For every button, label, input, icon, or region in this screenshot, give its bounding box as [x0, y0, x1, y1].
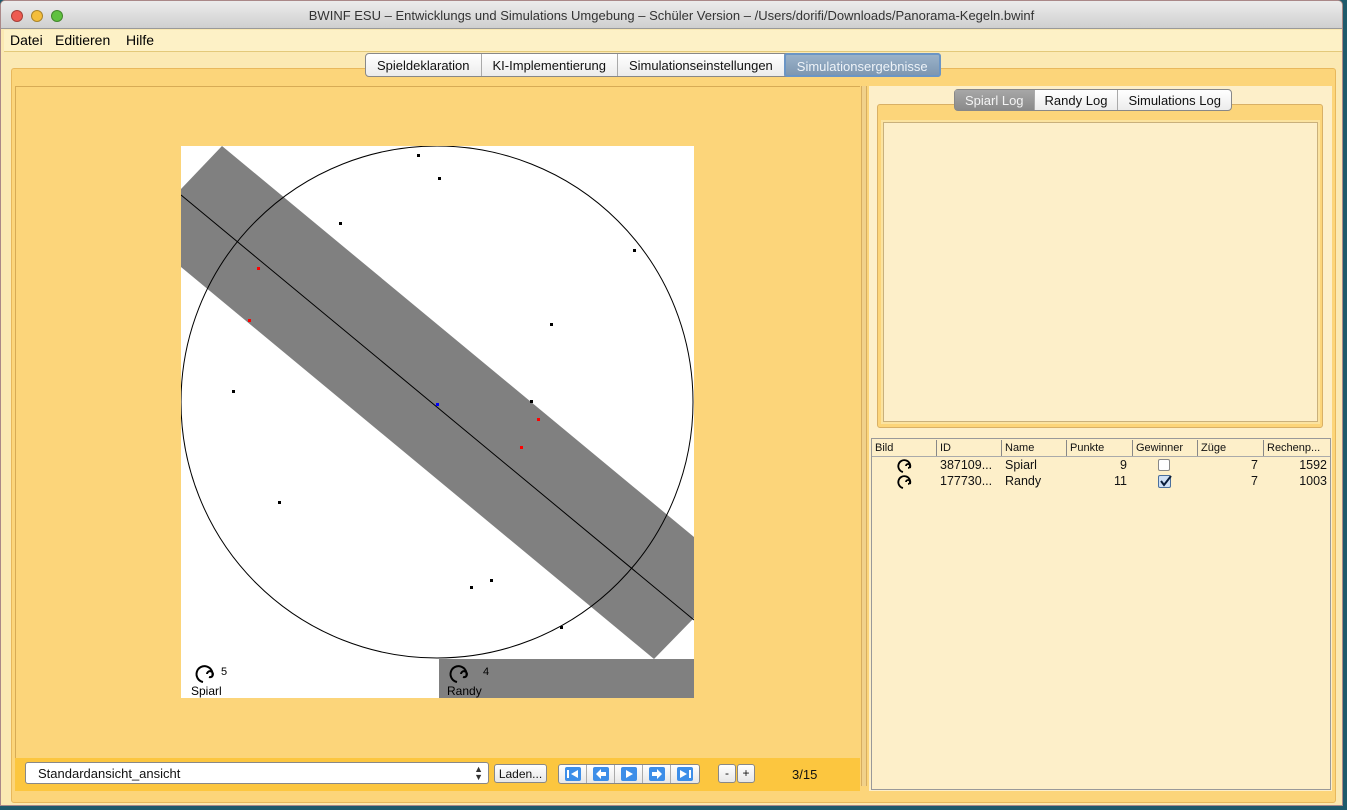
pin-hit — [257, 267, 260, 270]
menu-bar: Datei Editieren Hilfe — [4, 30, 1342, 52]
last-step-button[interactable] — [671, 765, 699, 783]
cell-zuege: 7 — [1251, 474, 1258, 488]
tab-simulationseinstellungen[interactable]: Simulationseinstellungen — [618, 54, 785, 76]
game-board: Spiarl 5 Randy 4 — [181, 146, 694, 698]
pin — [339, 222, 342, 225]
next-icon — [648, 767, 665, 781]
select-arrows-icon: ▲ ▼ — [474, 764, 483, 782]
player-icon — [872, 457, 937, 473]
column-header-id[interactable]: ID — [937, 440, 1002, 456]
split-pane-divider[interactable] — [861, 86, 867, 786]
pin — [530, 400, 533, 403]
cell-name: Randy — [1005, 474, 1042, 488]
pin — [490, 579, 493, 582]
log-tab-bar: Spiarl Log Randy Log Simulations Log — [954, 89, 1232, 111]
pin — [633, 249, 636, 252]
play-button[interactable] — [615, 765, 643, 783]
tab-randy-log[interactable]: Randy Log — [1035, 90, 1119, 110]
tab-simulations-log[interactable]: Simulations Log — [1118, 90, 1231, 110]
next-step-button[interactable] — [643, 765, 671, 783]
results-table: Bild ID Name Punkte Gewinner Züge Rechen… — [871, 438, 1331, 790]
tab-ki-implementierung[interactable]: KI-Implementierung — [482, 54, 618, 76]
load-button[interactable]: Laden... — [494, 764, 547, 783]
tab-spieldeklaration[interactable]: Spieldeklaration — [366, 54, 482, 76]
pin-hit — [537, 418, 540, 421]
winner-checkbox[interactable] — [1158, 475, 1172, 488]
menu-hilfe[interactable]: Hilfe — [126, 32, 154, 48]
window-title: BWINF ESU – Entwicklungs und Simulations… — [308, 8, 1035, 23]
player-badge-spiarl: Spiarl 5 — [191, 665, 227, 698]
center-pin — [436, 403, 439, 406]
player-name-spiarl: Spiarl — [191, 684, 222, 698]
zoom-out-button[interactable]: - — [718, 764, 736, 783]
winner-checkbox[interactable] — [1158, 459, 1170, 471]
column-header-zuege[interactable]: Züge — [1198, 440, 1264, 456]
playback-controls — [558, 764, 700, 784]
player-name-randy: Randy — [447, 684, 482, 698]
view-select-value: Standardansicht_ansicht — [38, 766, 181, 781]
tab-simulationsergebnisse[interactable]: Simulationsergebnisse — [783, 53, 941, 77]
play-icon — [620, 767, 637, 781]
pin — [232, 390, 235, 393]
tab-spiarl-log[interactable]: Spiarl Log — [955, 90, 1035, 110]
first-icon — [564, 767, 581, 781]
column-header-name[interactable]: Name — [1002, 440, 1067, 456]
cell-rechenp: 1003 — [1299, 474, 1327, 488]
column-header-bild[interactable]: Bild — [872, 440, 937, 456]
board-canvas: Spiarl 5 Randy 4 — [181, 146, 694, 698]
pin — [470, 586, 473, 589]
throw-line — [181, 194, 694, 621]
cell-punkte: 9 — [1120, 458, 1127, 472]
prev-icon — [592, 767, 609, 781]
pin — [550, 323, 553, 326]
column-header-gewinner[interactable]: Gewinner — [1133, 440, 1198, 456]
cell-rechenp: 1592 — [1299, 458, 1327, 472]
cell-gewinner — [1133, 473, 1198, 489]
pin — [438, 177, 441, 180]
zoom-in-button[interactable]: + — [737, 764, 755, 783]
log-text-area[interactable] — [881, 120, 1320, 424]
menu-editieren[interactable]: Editieren — [55, 32, 110, 48]
table-header: Bild ID Name Punkte Gewinner Züge Rechen… — [872, 440, 1330, 457]
pin — [278, 501, 281, 504]
cell-zuege: 7 — [1251, 458, 1258, 472]
player-score-randy: 4 — [483, 666, 489, 678]
cell-gewinner — [1133, 457, 1198, 473]
last-icon — [677, 767, 693, 781]
menu-datei[interactable]: Datei — [10, 32, 43, 48]
player-icon — [872, 473, 937, 489]
title-bar: BWINF ESU – Entwicklungs und Simulations… — [1, 1, 1342, 29]
pin-hit — [520, 446, 523, 449]
cell-name: Spiarl — [1005, 458, 1037, 472]
pin — [417, 154, 420, 157]
first-step-button[interactable] — [559, 765, 587, 783]
column-header-punkte[interactable]: Punkte — [1067, 440, 1133, 456]
player-icon — [195, 665, 214, 683]
pin-hit — [248, 319, 251, 322]
pin — [560, 626, 563, 629]
cell-punkte: 11 — [1114, 474, 1127, 488]
view-select[interactable]: Standardansicht_ansicht ▲ ▼ — [25, 762, 489, 784]
cell-id: 387109... — [940, 458, 993, 472]
main-tab-bar: Spieldeklaration KI-Implementierung Simu… — [365, 53, 941, 77]
player-score-spiarl: 5 — [221, 666, 227, 678]
checkmark-icon — [1160, 475, 1172, 487]
cell-id: 177730... — [940, 474, 993, 488]
table-row[interactable]: 387109... Spiarl 9 7 1592 — [872, 457, 1330, 473]
previous-step-button[interactable] — [587, 765, 615, 783]
throw-band — [181, 146, 694, 659]
step-counter: 3/15 — [792, 767, 818, 782]
table-row[interactable]: 177730... Randy 11 7 1003 — [872, 473, 1330, 489]
column-header-rechenp[interactable]: Rechenp... — [1264, 440, 1330, 456]
